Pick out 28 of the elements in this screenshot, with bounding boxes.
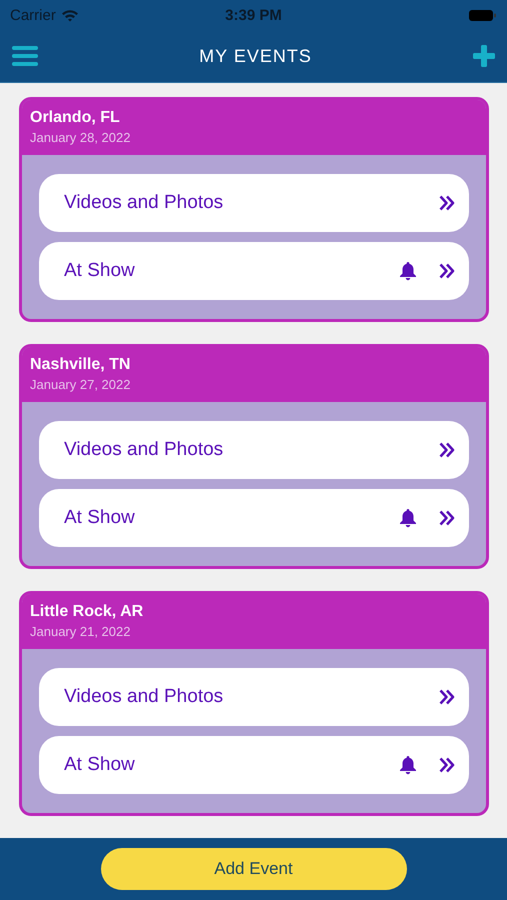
- carrier-label: Carrier: [10, 6, 56, 24]
- event-city: Orlando, FL: [30, 109, 121, 127]
- double-chevron-icon: [439, 757, 455, 773]
- plus-icon: [473, 45, 495, 67]
- battery-icon: [469, 8, 497, 22]
- event-link-row[interactable]: Videos and Photos: [39, 668, 469, 726]
- add-event-button[interactable]: Add Event: [100, 848, 406, 890]
- menu-button[interactable]: [12, 46, 38, 66]
- event-link-row[interactable]: Videos and Photos: [39, 174, 469, 232]
- event-date: January 21, 2022: [30, 624, 132, 639]
- add-button[interactable]: [473, 45, 495, 67]
- event-link-row[interactable]: At Show: [39, 242, 469, 300]
- wifi-icon: [60, 8, 79, 22]
- event-city: Nashville, TN: [30, 356, 132, 374]
- event-link-row[interactable]: Videos and Photos: [39, 421, 469, 479]
- double-chevron-icon: [439, 195, 455, 211]
- double-chevron-icon: [439, 442, 455, 458]
- menu-icon: [12, 46, 38, 66]
- double-chevron-icon: [439, 689, 455, 705]
- event-date: January 27, 2022: [30, 377, 132, 392]
- event-link-row[interactable]: At Show: [39, 489, 469, 547]
- double-chevron-icon: [439, 263, 455, 279]
- event-city: Little Rock, AR: [30, 603, 144, 621]
- clock-time: 3:39 PM: [225, 6, 282, 24]
- double-chevron-icon: [439, 510, 455, 526]
- event-date: January 28, 2022: [30, 130, 132, 145]
- event-link-row[interactable]: At Show: [39, 736, 469, 794]
- screen-title: MY EVENTS: [199, 46, 312, 66]
